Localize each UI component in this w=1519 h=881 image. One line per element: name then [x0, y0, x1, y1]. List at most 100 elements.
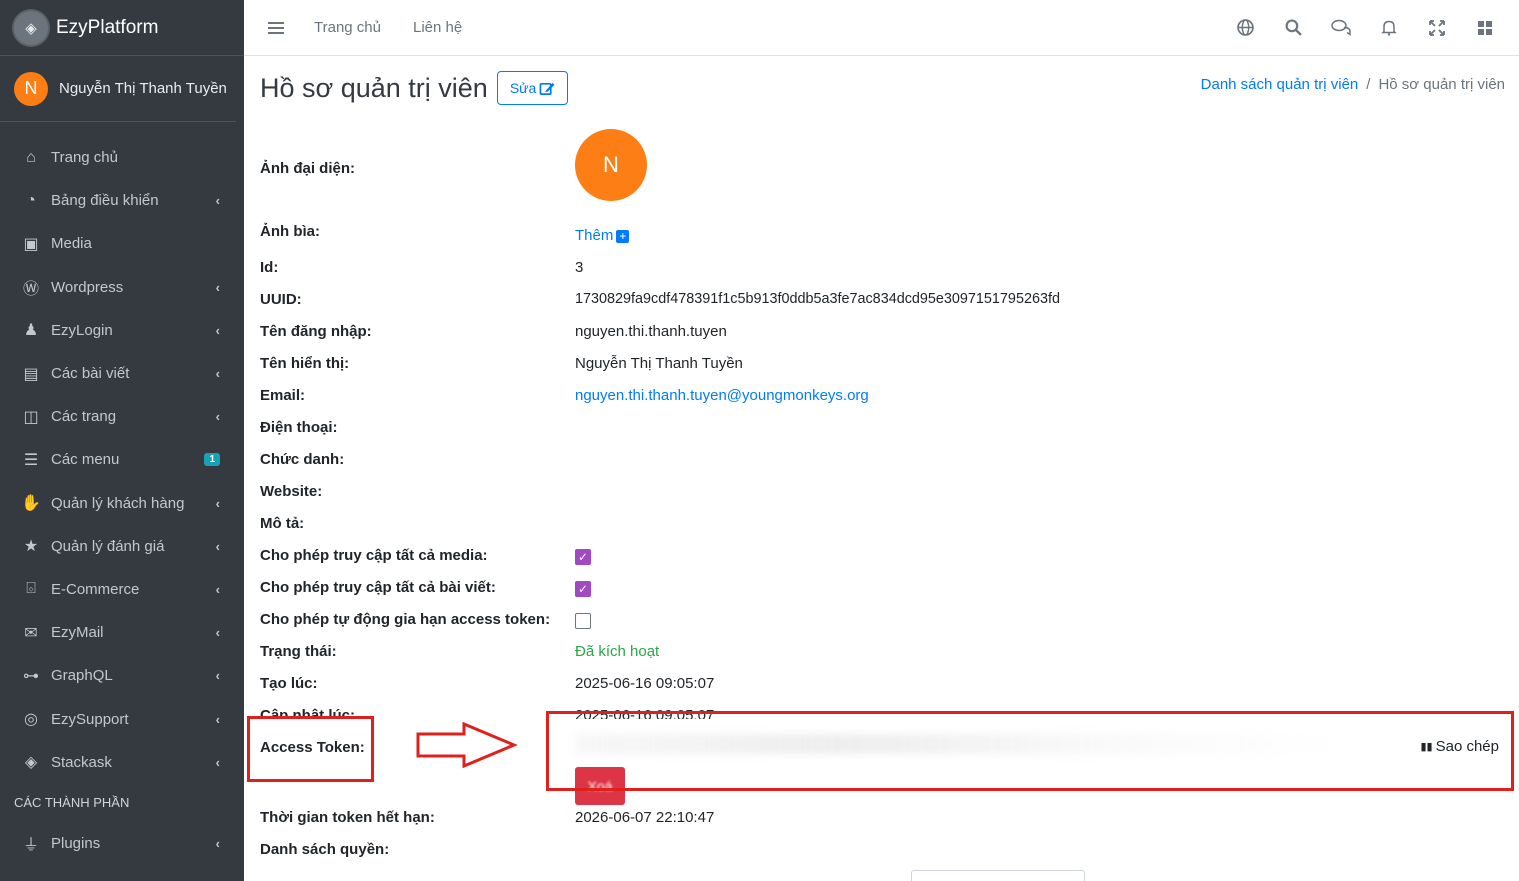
- sidebar-item-label: Bảng điều khiển: [51, 192, 159, 210]
- token-renew-checkbox[interactable]: [575, 613, 591, 629]
- sidebar-item-label: E-Commerce: [51, 580, 140, 598]
- posts-access-label: Cho phép truy cập tất cả bài viết:: [260, 579, 496, 596]
- username-label: Tên đăng nhập:: [260, 323, 372, 340]
- chevron-left-icon: ‹: [215, 668, 220, 684]
- bars-icon: ☰: [23, 451, 39, 469]
- id-label: Id:: [260, 259, 279, 276]
- sidebar-item-0[interactable]: ⌂ Trang chủ: [0, 136, 244, 179]
- sidebar-item-label: Các bài viết: [51, 365, 130, 383]
- permission-search-input[interactable]: [911, 870, 1085, 881]
- token-expire-label: Thời gian token hết hạn:: [260, 809, 435, 826]
- sidebar-item-label: Quản lý đánh giá: [51, 537, 165, 555]
- annotation-label-box: [247, 716, 374, 782]
- grid-icon[interactable]: [1473, 16, 1497, 40]
- plus-icon: +: [616, 229, 630, 243]
- sidebar-item-1[interactable]: ◔ Bảng điều khiển ‹: [0, 179, 244, 222]
- annotation-token-box: [546, 711, 1514, 791]
- chevron-left-icon: ‹: [215, 538, 220, 554]
- user-panel[interactable]: N Nguyễn Thị Thanh Tuyền: [0, 56, 236, 122]
- media-access-checkbox[interactable]: ✓: [575, 549, 591, 565]
- sidebar-item-11[interactable]: ✉ EzyMail ‹: [0, 611, 244, 654]
- sidebar-item-label: Các menu: [51, 451, 120, 469]
- sidebar-item-label: Quản lý khách hàng: [51, 494, 185, 512]
- avatar-label: Ảnh đại diện:: [260, 160, 355, 177]
- position-label: Chức danh:: [260, 451, 345, 468]
- sidebar-item-7[interactable]: ☰ Các menu 1: [0, 438, 244, 481]
- sidebar-item-2[interactable]: ▣ Media: [0, 222, 244, 265]
- sidebar-item-4[interactable]: ♟ EzyLogin ‹: [0, 309, 244, 352]
- permissions-label: Danh sách quyền:: [260, 841, 390, 858]
- sidebar-item-plugins[interactable]: ⏚ Plugins ‹: [0, 822, 244, 865]
- comments-icon[interactable]: [1329, 16, 1353, 40]
- cover-add-link[interactable]: Thêm +: [575, 227, 630, 244]
- chevron-left-icon: ‹: [215, 581, 220, 597]
- page-header: Hồ sơ quản trị viên Sửa: [260, 71, 569, 105]
- media-access-label: Cho phép truy cập tất cả media:: [260, 547, 488, 564]
- top-icons: [1233, 16, 1519, 40]
- sidebar-nav: ⌂ Trang chủ ◔ Bảng điều khiển ‹ ▣ Media Ⓦ Wordpr…: [0, 122, 244, 865]
- annotation-arrow-icon: [416, 722, 518, 768]
- brand-logo: ◈: [14, 10, 48, 45]
- phone-label: Điện thoại:: [260, 419, 338, 436]
- breadcrumb-current: Hồ sơ quản trị viên: [1378, 76, 1505, 93]
- chevron-left-icon: ‹: [215, 495, 220, 511]
- sidebar-item-3[interactable]: Ⓦ Wordpress ‹: [0, 266, 244, 309]
- user-name[interactable]: Nguyễn Thị Thanh Tuyền: [59, 80, 227, 97]
- graph-icon: ⊶: [23, 667, 39, 685]
- posts-access-checkbox[interactable]: ✓: [575, 581, 591, 597]
- bell-icon[interactable]: [1377, 16, 1401, 40]
- globe-icon[interactable]: [1233, 16, 1257, 40]
- menu-toggle-icon[interactable]: [268, 21, 284, 34]
- user-lock-icon: ♟: [23, 322, 39, 340]
- lifebuoy-icon: ◎: [24, 711, 38, 729]
- sidebar-item-label: Plugins: [51, 834, 101, 852]
- basket-icon: ⌺: [26, 580, 36, 598]
- star-icon: ★: [23, 538, 39, 556]
- chevron-left-icon: ‹: [215, 322, 220, 338]
- sidebar-item-12[interactable]: ⊶ GraphQL ‹: [0, 654, 244, 697]
- top-link-contact[interactable]: Liên hệ: [413, 19, 462, 36]
- sidebar-item-9[interactable]: ★ Quản lý đánh giá ‹: [0, 525, 244, 568]
- sidebar-item-8[interactable]: ✋ Quản lý khách hàng ‹: [0, 482, 244, 525]
- email-label: Email:: [260, 387, 306, 404]
- search-icon[interactable]: [1281, 16, 1305, 40]
- envelope-icon: ✉: [24, 624, 38, 642]
- sidebar-item-10[interactable]: ⌺ E-Commerce ‹: [0, 568, 244, 611]
- chevron-left-icon: ‹: [215, 366, 220, 382]
- brand-name: EzyPlatform: [56, 16, 159, 38]
- status-value: Đã kích hoạt: [575, 643, 660, 660]
- sidebar-item-label: GraphQL: [51, 667, 113, 685]
- sidebar-item-label: Trang chủ: [51, 149, 118, 167]
- chevron-left-icon: ‹: [215, 625, 220, 641]
- sidebar-item-13[interactable]: ◎ EzySupport ‹: [0, 697, 244, 740]
- dashboard-icon: ◔: [26, 191, 36, 209]
- email-link[interactable]: nguyen.thi.thanh.tuyen@youngmonkeys.org: [575, 387, 869, 404]
- breadcrumb-parent[interactable]: Danh sách quản trị viên: [1201, 76, 1359, 93]
- sidebar-item-label: Media: [51, 235, 92, 253]
- chevron-left-icon: ‹: [215, 835, 220, 851]
- sidebar-item-label: Các trang: [51, 408, 117, 426]
- token-expire-value: 2026-06-07 22:10:47: [575, 809, 715, 826]
- uuid-label: UUID:: [260, 291, 302, 308]
- display-name-label: Tên hiển thị:: [260, 355, 350, 372]
- sidebar-item-label: Wordpress: [51, 278, 124, 296]
- profile-avatar[interactable]: N: [575, 129, 647, 201]
- uuid-value: 1730829fa9cdf478391f1c5b913f0ddb5a3fe7ac…: [575, 291, 1060, 307]
- image-icon: ▣: [23, 235, 39, 253]
- plug-icon: ⏚: [22, 837, 39, 855]
- sidebar-item-label: EzyLogin: [51, 321, 113, 339]
- brand[interactable]: ◈ EzyPlatform: [0, 0, 244, 56]
- avatar: N: [14, 71, 48, 106]
- sidebar-item-5[interactable]: ▤ Các bài viết ‹: [0, 352, 244, 395]
- website-label: Website:: [260, 483, 323, 500]
- expand-icon[interactable]: [1425, 16, 1449, 40]
- top-link-home[interactable]: Trang chủ: [314, 19, 381, 36]
- cover-label: Ảnh bìa:: [260, 223, 320, 240]
- created-value: 2025-06-16 09:05:07: [575, 675, 715, 692]
- newspaper-icon: ▤: [23, 365, 39, 383]
- breadcrumb: Danh sách quản trị viên / Hồ sơ quản trị…: [1201, 76, 1505, 93]
- page-title: Hồ sơ quản trị viên: [260, 72, 488, 103]
- sidebar-item-6[interactable]: ◫ Các trang ‹: [0, 395, 244, 438]
- edit-button[interactable]: Sửa: [496, 71, 569, 105]
- sidebar-item-14[interactable]: ◈ Stackask ‹: [0, 741, 244, 784]
